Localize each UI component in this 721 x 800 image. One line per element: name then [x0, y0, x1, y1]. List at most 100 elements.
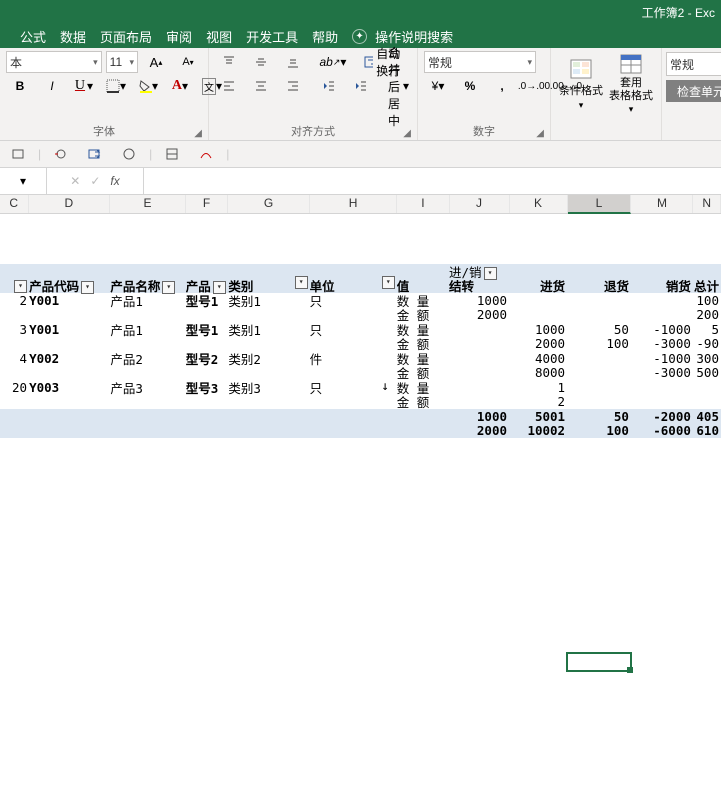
fx-icon[interactable]: fx [110, 174, 119, 188]
dialog-launcher-icon[interactable]: ◢ [536, 128, 544, 139]
cell[interactable]: 型号1 [186, 320, 229, 339]
name-box[interactable]: ▾ [0, 168, 47, 194]
cell[interactable]: 405 [693, 409, 721, 424]
cell[interactable]: Y001 [29, 293, 110, 308]
cell[interactable]: 5 [693, 322, 721, 337]
cell[interactable]: ↓ 只 [310, 378, 397, 397]
cell[interactable]: 4 [0, 351, 29, 366]
col-header-I[interactable]: I [397, 195, 449, 213]
font-name-select[interactable]: 本▾ [6, 51, 102, 73]
col-header-F[interactable]: F [186, 195, 228, 213]
col-header-L[interactable]: L [568, 195, 632, 214]
tab-review[interactable]: 审阅 [166, 27, 192, 46]
indent-decrease-button[interactable] [315, 75, 343, 97]
cell[interactable]: Y002 [29, 351, 110, 366]
cell[interactable]: 金 额 [397, 392, 449, 411]
cell[interactable]: -90 [693, 336, 721, 351]
align-bottom-button[interactable] [279, 51, 307, 73]
cancel-icon[interactable]: ✕ [70, 174, 80, 188]
tell-me[interactable]: 操作说明搜索 [375, 27, 453, 46]
font-color-button[interactable]: A ▾ [166, 75, 194, 97]
cell[interactable]: 4000 [509, 351, 567, 366]
cell[interactable]: 1000 [509, 322, 567, 337]
qat-btn-5[interactable] [158, 143, 186, 165]
cell[interactable]: 类别2 [228, 349, 309, 368]
cell[interactable]: 50 [567, 409, 631, 424]
cell[interactable]: 5001 [509, 409, 567, 424]
cell[interactable]: 1000 [449, 409, 509, 424]
cell[interactable]: 型号2 [186, 349, 229, 368]
align-left-button[interactable] [215, 75, 243, 97]
align-top-button[interactable] [215, 51, 243, 73]
decrease-font-button[interactable]: A▾ [174, 51, 202, 73]
cell[interactable]: 3 [0, 322, 29, 337]
cell[interactable]: 只 [310, 320, 397, 339]
tab-page-layout[interactable]: 页面布局 [100, 27, 152, 46]
accounting-button[interactable]: ¥▾ [424, 75, 452, 97]
cell[interactable]: ▾ [0, 278, 29, 293]
conditional-formatting-button[interactable]: 条件格式▾ [557, 51, 605, 117]
cell[interactable]: 只 [310, 291, 397, 310]
cell[interactable]: -1000 [631, 351, 693, 366]
cell[interactable]: 100 [693, 293, 721, 308]
increase-font-button[interactable]: A▴ [142, 51, 170, 73]
cell[interactable]: 2000 [449, 307, 509, 322]
cell[interactable]: 退货 [567, 276, 631, 295]
confirm-icon[interactable]: ✓ [90, 174, 100, 188]
cell[interactable]: 类别1 [228, 291, 309, 310]
cell[interactable]: 2 [0, 293, 29, 308]
cell[interactable]: -3000 [631, 336, 693, 351]
tell-me-icon[interactable]: ✦ [352, 29, 367, 44]
qat-btn-2[interactable] [47, 143, 75, 165]
col-header-E[interactable]: E [110, 195, 186, 213]
merge-center-button[interactable]: 合并后居中 ▾ [383, 75, 411, 97]
worksheet[interactable]: 进/销▾▾ 产品代码▾ 产品名称▾ 产品▾ 类别▾ 单位▾ 值结转进货退货销货总… [0, 214, 721, 784]
column-headers[interactable]: CDEFGHIJKLMN [0, 195, 721, 214]
dialog-launcher-icon[interactable]: ◢ [403, 128, 411, 139]
align-middle-button[interactable] [247, 51, 275, 73]
cell[interactable]: Y001 [29, 322, 110, 337]
italic-button[interactable]: I [38, 75, 66, 97]
cell[interactable]: -2000 [631, 409, 693, 424]
cell[interactable]: 2 [509, 394, 567, 409]
tab-formulas[interactable]: 公式 [20, 27, 46, 46]
wrap-text-button[interactable]: 自动换行 [360, 51, 411, 73]
qat-btn-3[interactable] [81, 143, 109, 165]
fill-color-button[interactable]: ▾ [134, 75, 162, 97]
format-as-table-button[interactable]: 套用 表格格式▾ [607, 51, 655, 117]
cell[interactable]: 件 [310, 349, 397, 368]
number-format-select[interactable]: 常规▾ [424, 51, 536, 73]
cell[interactable]: 产品2 [110, 349, 185, 368]
qat-btn-4[interactable] [115, 143, 143, 165]
cell[interactable]: 20 [0, 380, 29, 395]
col-header-H[interactable]: H [310, 195, 398, 213]
tab-view[interactable]: 视图 [206, 27, 232, 46]
comma-button[interactable]: , [488, 75, 516, 97]
qat-btn-1[interactable] [4, 143, 32, 165]
col-header-C[interactable]: C [0, 195, 29, 213]
align-center-button[interactable] [247, 75, 275, 97]
cell[interactable]: 300 [693, 351, 721, 366]
qat-btn-6[interactable] [192, 143, 220, 165]
col-header-D[interactable]: D [29, 195, 111, 213]
cell[interactable]: 2000 [509, 336, 567, 351]
check-cells-button[interactable]: 检查单元格 [666, 80, 721, 102]
increase-decimal-button[interactable]: .0→.00 [520, 75, 548, 97]
fill-handle[interactable] [627, 667, 633, 673]
col-header-M[interactable]: M [631, 195, 693, 213]
cell[interactable]: 8000 [509, 365, 567, 380]
percent-button[interactable]: % [456, 75, 484, 97]
cell[interactable]: 1 [509, 380, 567, 395]
font-size-select[interactable]: 11▾ [106, 51, 138, 73]
cell[interactable]: 产品1 [110, 320, 185, 339]
underline-button[interactable]: U▾ [70, 75, 98, 97]
col-header-G[interactable]: G [228, 195, 310, 213]
cell[interactable]: 型号3 [186, 378, 229, 397]
col-header-N[interactable]: N [693, 195, 721, 213]
align-right-button[interactable] [279, 75, 307, 97]
cell[interactable]: 50 [567, 322, 631, 337]
check-input[interactable]: 常规 [666, 52, 721, 76]
cell[interactable]: Y003 [29, 380, 110, 395]
cell[interactable]: 1000 [449, 293, 509, 308]
tab-data[interactable]: 数据 [60, 27, 86, 46]
